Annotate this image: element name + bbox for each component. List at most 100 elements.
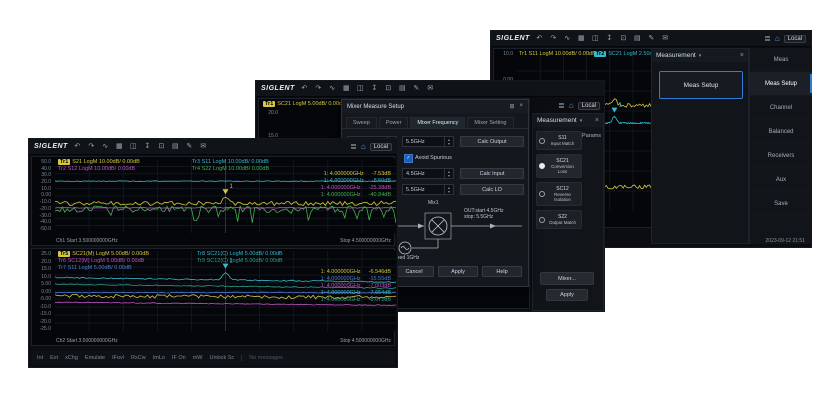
print-icon[interactable]: ✎ bbox=[185, 142, 194, 151]
hamburger-menu-icon[interactable]: ≣ bbox=[350, 142, 357, 151]
close-icon[interactable]: × bbox=[740, 52, 744, 59]
status-item: Emulate bbox=[85, 355, 105, 361]
Input Match[interactable]: S11 Input Match bbox=[536, 131, 582, 150]
soft-menu-item[interactable]: Meas Setup bbox=[750, 72, 812, 96]
dialog-tab[interactable]: Mixer Setting bbox=[467, 117, 513, 128]
trace-label-left[interactable]: Tr1 S11 LogM 10.00dB/ 0.00dB bbox=[519, 51, 596, 57]
signal-icon[interactable]: ∿ bbox=[328, 84, 337, 93]
spinner-icon[interactable]: ▴▾ bbox=[444, 185, 453, 194]
Output Match[interactable]: S22 Output Match bbox=[536, 210, 582, 229]
hamburger-menu-icon[interactable]: ≣ bbox=[558, 101, 565, 110]
apply-button[interactable]: Apply bbox=[438, 266, 478, 277]
preset-icon[interactable]: ⊡ bbox=[157, 142, 166, 151]
output-stop-field[interactable]: 5.5GHz▴▾ bbox=[402, 136, 454, 147]
local-indicator[interactable]: Local bbox=[370, 143, 392, 151]
soft-menu-item[interactable]: Save bbox=[750, 192, 812, 216]
lo-calc-field[interactable]: 5.5GHz▴▾ bbox=[402, 184, 454, 195]
close-icon[interactable]: × bbox=[595, 117, 599, 124]
screenshot-icon[interactable]: ✉ bbox=[661, 34, 670, 43]
spinner-icon[interactable]: ▴▾ bbox=[444, 169, 453, 178]
trace-label[interactable]: Tr8 SC21(C) LogM 5.00dB/ 0.00dB bbox=[197, 251, 283, 257]
layout-icon[interactable]: ▦ bbox=[577, 34, 586, 43]
trace-label-active[interactable]: Tr1SC21 LogM 5.00dB/ 0.00dB bbox=[263, 101, 346, 107]
trace-label[interactable]: Tr3 S11 LogM 10.00dB/ 0.00dB bbox=[192, 159, 269, 165]
home-icon[interactable]: ⌂ bbox=[569, 101, 574, 110]
mixer-setup-button[interactable]: Mixer... bbox=[540, 272, 594, 285]
preset-icon[interactable]: ⊡ bbox=[619, 34, 628, 43]
local-indicator[interactable]: Local bbox=[578, 102, 600, 110]
trace-label[interactable]: Tr5SC21(M) LogM 5.00dB/ 0.00dB bbox=[58, 251, 149, 257]
apply-button[interactable]: Apply bbox=[546, 289, 588, 301]
status-item: IF On bbox=[172, 355, 186, 361]
trace-label[interactable]: Tr2 S12 LogM 10.00dB/ 0.00dB bbox=[58, 166, 140, 172]
layout-icon[interactable]: ▦ bbox=[115, 142, 124, 151]
print-icon[interactable]: ✎ bbox=[412, 84, 421, 93]
trace-labels-left: Tr1S21 LogM 10.00dB/ 0.00dBTr2 S12 LogM … bbox=[58, 159, 140, 172]
signal-icon[interactable]: ∿ bbox=[563, 34, 572, 43]
load-icon[interactable]: ↧ bbox=[605, 34, 614, 43]
trace-label[interactable]: Tr1S21 LogM 10.00dB/ 0.00dB bbox=[58, 159, 140, 165]
home-icon[interactable]: ⌂ bbox=[775, 34, 780, 43]
local-indicator[interactable]: Local bbox=[784, 35, 806, 43]
status-message: No messages bbox=[241, 355, 283, 361]
signal-icon[interactable]: ∿ bbox=[101, 142, 110, 151]
caret-down-icon[interactable]: ▾ bbox=[580, 118, 583, 124]
redo-icon[interactable]: ↷ bbox=[87, 142, 96, 151]
mixer-tag: Mix1 bbox=[428, 200, 439, 206]
trace-label[interactable]: Tr6 SC12(M) LogM 5.00dB/ 0.00dB bbox=[58, 258, 149, 264]
save-icon[interactable]: ▤ bbox=[171, 142, 180, 151]
help-button[interactable]: Help bbox=[482, 266, 522, 277]
undo-icon[interactable]: ↶ bbox=[535, 34, 544, 43]
dialog-tab[interactable]: Sweep bbox=[346, 117, 377, 128]
measurement-panel: Measurement ▾ × S-Params S11 Input Match… bbox=[532, 113, 604, 311]
trace-label[interactable]: Tr4 S22 LogM 10.00dB/ 0.00dB bbox=[192, 166, 269, 172]
caret-down-icon[interactable]: ▾ bbox=[699, 53, 702, 59]
Reverse Isolation[interactable]: SC12 Reverse Isolation bbox=[536, 182, 582, 206]
soft-menu-item[interactable]: Balanced bbox=[750, 120, 812, 144]
load-icon[interactable]: ↧ bbox=[370, 84, 379, 93]
display-icon[interactable]: ◫ bbox=[129, 142, 138, 151]
save-icon[interactable]: ▤ bbox=[633, 34, 642, 43]
soft-menu-item[interactable]: Meas bbox=[750, 48, 812, 72]
status-item: ImLo bbox=[153, 355, 165, 361]
soft-menu-item[interactable]: Channel bbox=[750, 96, 812, 120]
trace-label[interactable]: Tr9 SC12(C) LogM 5.00dB/ 0.00dB bbox=[197, 258, 283, 264]
layout-icon[interactable]: ▦ bbox=[342, 84, 351, 93]
trace-label[interactable]: Tr7 S11 LogM 5.00dB/ 0.00dB bbox=[58, 265, 149, 271]
dialog-tab[interactable]: Power bbox=[379, 117, 409, 128]
calc-lo-button[interactable]: Calc LO bbox=[460, 184, 524, 195]
marker-readout: 1: 4.000000GHz-7.003dB bbox=[321, 283, 391, 289]
preset-icon[interactable]: ⊡ bbox=[384, 84, 393, 93]
soft-menu-item[interactable]: Aux bbox=[750, 168, 812, 192]
home-icon[interactable]: ⌂ bbox=[361, 142, 366, 151]
screenshot-icon[interactable]: ✉ bbox=[199, 142, 208, 151]
undo-icon[interactable]: ↶ bbox=[300, 84, 309, 93]
redo-icon[interactable]: ↷ bbox=[314, 84, 323, 93]
dialog-titlebar: Mixer Measure Setup ⊞ × bbox=[342, 100, 528, 113]
redo-icon[interactable]: ↷ bbox=[549, 34, 558, 43]
window-chrome: ≣ ⌂ Local bbox=[558, 99, 600, 112]
Conversion Loss[interactable]: SC21 Conversion Loss bbox=[536, 154, 582, 178]
screenshot-icon[interactable]: ✉ bbox=[426, 84, 435, 93]
dialog-tab[interactable]: Mixer Frequency bbox=[410, 117, 465, 128]
load-icon[interactable]: ↧ bbox=[143, 142, 152, 151]
system-clock: 2023-09-12 21:51 bbox=[766, 238, 805, 244]
calc-output-button[interactable]: Calc Output bbox=[460, 136, 524, 147]
restore-icon[interactable]: ⊞ bbox=[509, 103, 514, 110]
cancel-button[interactable]: Cancel bbox=[394, 266, 434, 277]
close-icon[interactable]: × bbox=[519, 103, 523, 110]
print-icon[interactable]: ✎ bbox=[647, 34, 656, 43]
hamburger-menu-icon[interactable]: ≣ bbox=[764, 34, 771, 43]
meas-setup-button[interactable]: Meas Setup bbox=[659, 71, 743, 99]
stop-frequency: Stop 4.500000000GHz bbox=[340, 338, 391, 344]
save-icon[interactable]: ▤ bbox=[398, 84, 407, 93]
display-icon[interactable]: ◫ bbox=[591, 34, 600, 43]
calc-input-button[interactable]: Calc Input bbox=[460, 168, 524, 179]
marker-readout: 1: 4.000000GHz-7.654dB bbox=[321, 290, 391, 296]
display-icon[interactable]: ◫ bbox=[356, 84, 365, 93]
spinner-icon[interactable]: ▴▾ bbox=[444, 137, 453, 146]
input-calc-field[interactable]: 4.5GHz▴▾ bbox=[402, 168, 454, 179]
soft-menu-item[interactable]: Receivers bbox=[750, 144, 812, 168]
avoid-spurious-checkbox[interactable]: ✓ bbox=[404, 154, 413, 163]
undo-icon[interactable]: ↶ bbox=[73, 142, 82, 151]
